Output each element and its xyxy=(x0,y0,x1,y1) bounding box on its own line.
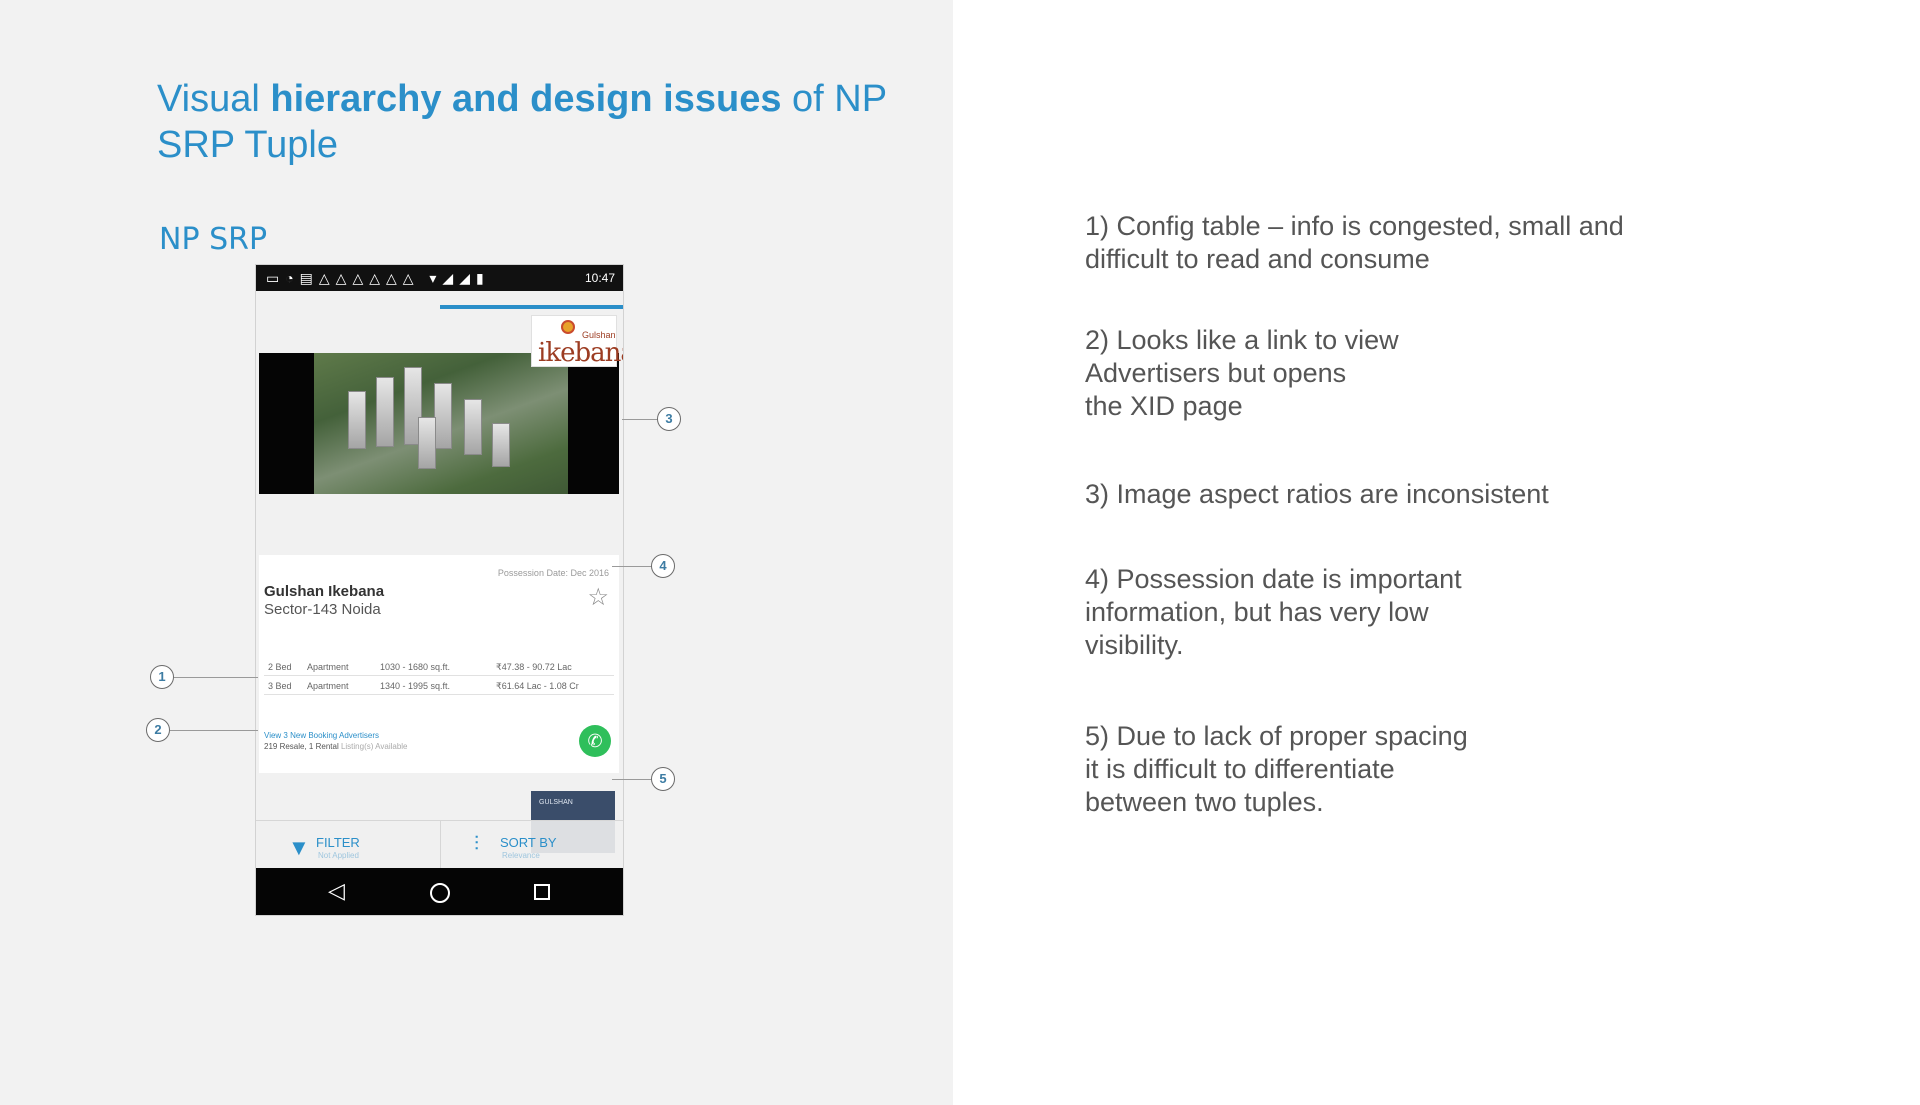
config-bed: 3 Bed xyxy=(268,681,292,691)
callout-line xyxy=(612,566,652,567)
sort-sub: Relevance xyxy=(502,851,540,860)
project-location: Sector-143 Noida xyxy=(264,601,381,618)
filter-sort-bar: ▼ FILTER Not Applied ⫶ SORT BY Relevance xyxy=(256,820,623,873)
resale-count: 219 Resale, 1 Rental xyxy=(264,742,339,751)
slide-title-lead: Visual xyxy=(157,78,271,120)
home-icon[interactable] xyxy=(430,883,450,903)
divider xyxy=(440,821,441,873)
issue-note: 5) Due to lack of proper spacing it is d… xyxy=(1085,721,1468,817)
issue-note: 4) Possession date is important informat… xyxy=(1085,564,1462,660)
config-price: ₹47.38 - 90.72 Lac xyxy=(496,662,572,672)
section-label: NP SRP xyxy=(159,222,268,257)
slide-title-bold: hierarchy and design issues xyxy=(270,78,782,120)
brand-logo: Gulshan ikebana xyxy=(531,315,623,368)
left-panel: Visual hierarchy and design issues of NP… xyxy=(0,0,953,1105)
config-area: 1030 - 1680 sq.ft. xyxy=(380,662,451,672)
callout-2: 2 xyxy=(146,718,170,742)
config-row: 2 Bed Apartment 1030 - 1680 sq.ft. ₹47.3… xyxy=(264,657,614,676)
callout-1: 1 xyxy=(150,665,174,689)
call-button[interactable]: ✆ xyxy=(579,725,611,757)
brand-name: ikebana xyxy=(538,338,623,368)
flower-icon xyxy=(561,320,575,334)
filter-label: FILTER xyxy=(316,835,360,850)
callout-5: 5 xyxy=(651,767,675,791)
issue-note: 2) Looks like a link to view Advertisers… xyxy=(1085,325,1399,421)
property-tuple-card[interactable]: Possession Date: Dec 2016 Gulshan Ikeban… xyxy=(259,555,619,773)
sort-label: SORT BY xyxy=(500,835,557,850)
config-area: 1340 - 1995 sq.ft. xyxy=(380,681,451,691)
callout-line xyxy=(612,779,652,780)
star-icon[interactable]: ☆ xyxy=(587,583,609,612)
config-table: 2 Bed Apartment 1030 - 1680 sq.ft. ₹47.3… xyxy=(264,657,614,695)
issue-note: 3) Image aspect ratios are inconsistent xyxy=(1085,479,1549,509)
slide-title: Visual hierarchy and design issues of NP… xyxy=(157,76,917,168)
resale-suffix: Listing(s) Available xyxy=(338,742,408,751)
status-icons: ▭◔▤△△△△△△ ▾◢◢▮ xyxy=(266,270,490,286)
resale-info: 219 Resale, 1 Rental Listing(s) Availabl… xyxy=(264,742,408,751)
next-thumb-text: GULSHAN xyxy=(539,799,573,806)
callout-line xyxy=(170,730,258,731)
sort-icon: ⫶ xyxy=(474,833,479,855)
status-bar: ▭◔▤△△△△△△ ▾◢◢▮ 10:47 xyxy=(256,265,623,291)
tab-indicator xyxy=(440,305,623,309)
config-bed: 2 Bed xyxy=(268,662,292,672)
config-type: Apartment xyxy=(307,681,349,691)
config-price: ₹61.64 Lac - 1.08 Cr xyxy=(496,681,579,691)
status-time: 10:47 xyxy=(584,271,615,285)
recent-apps-icon[interactable] xyxy=(534,884,550,900)
callout-line xyxy=(174,677,258,678)
phone-icon: ✆ xyxy=(587,731,603,751)
possession-date: Possession Date: Dec 2016 xyxy=(497,568,609,578)
android-nav-bar: ◁ xyxy=(256,868,623,915)
back-icon[interactable]: ◁ xyxy=(328,878,345,904)
project-image-frame[interactable] xyxy=(259,353,619,494)
callout-line xyxy=(622,419,658,420)
phone-screenshot: ▭◔▤△△△△△△ ▾◢◢▮ 10:47 Gulshan ikebana Pos… xyxy=(255,264,624,916)
filter-sub: Not Applied xyxy=(318,851,359,860)
callout-3: 3 xyxy=(657,407,681,431)
advertisers-link[interactable]: View 3 New Booking Advertisers xyxy=(264,731,379,740)
filter-icon: ▼ xyxy=(288,835,310,860)
project-image xyxy=(314,353,568,494)
config-row: 3 Bed Apartment 1340 - 1995 sq.ft. ₹61.6… xyxy=(264,676,614,695)
project-name[interactable]: Gulshan Ikebana xyxy=(264,583,384,600)
issue-note: 1) Config table – info is congested, sma… xyxy=(1085,211,1624,274)
callout-4: 4 xyxy=(651,554,675,578)
config-type: Apartment xyxy=(307,662,349,672)
